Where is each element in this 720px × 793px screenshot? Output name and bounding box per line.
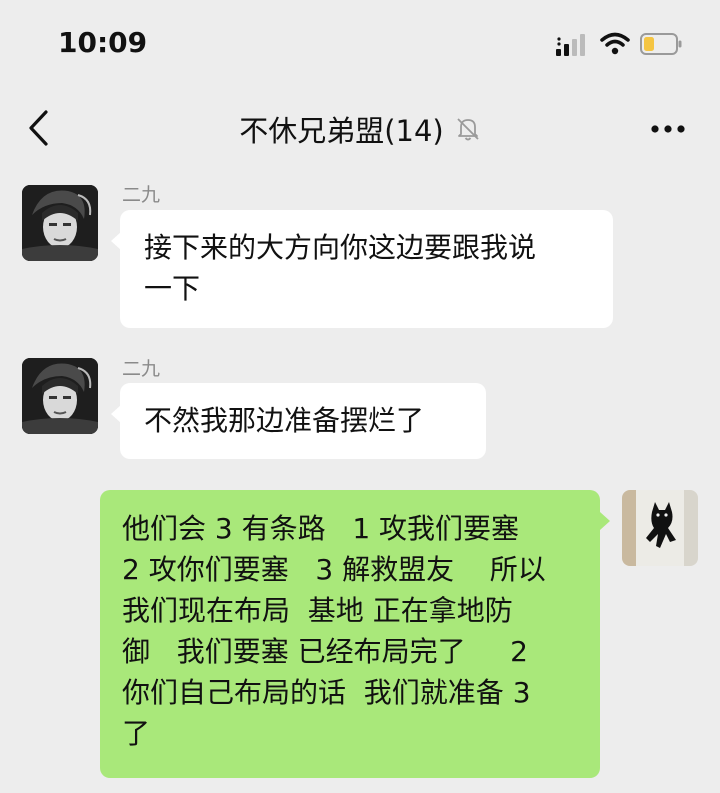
message-line: 一下 [144,272,201,305]
chat-title: 不休兄弟盟(14) [239,114,444,148]
signal-icon [556,34,585,56]
battery-low-icon [640,33,682,55]
chat-area[interactable]: 二九 接下来的大方向你这边要跟我说 一下 二九 不然我那边准备摆烂了 他们会 3… [0,168,720,793]
avatar-image [22,185,98,261]
message-line: 不然我那边准备摆烂了 [144,404,425,437]
avatar[interactable] [22,185,98,261]
message-line: 了 [122,717,151,750]
bubble-tail [600,512,610,530]
message-bubble-outgoing[interactable]: 他们会 3 有条路 1 攻我们要塞 2 攻你们要塞 3 解救盟友 所以 我们现在… [100,490,600,778]
message-bubble-incoming[interactable]: 接下来的大方向你这边要跟我说 一下 [120,210,613,328]
message-line: 2 攻你们要塞 3 解救盟友 所以 [122,553,546,586]
message-line: 他们会 3 有条路 1 攻我们要塞 [122,512,520,545]
chat-title-group[interactable]: 不休兄弟盟(14) [0,108,720,150]
avatar-self[interactable] [622,490,698,566]
sender-name: 二九 [122,358,161,380]
message-line: 你们自己布局的话 我们就准备 3 [122,676,531,709]
message-line: 我们现在布局 基地 正在拿地防 [122,594,513,627]
status-time: 10:09 [58,26,148,59]
status-bar: 10:09 [0,0,720,90]
nav-bar: 不休兄弟盟(14) [0,90,720,168]
wifi-icon [600,32,630,55]
mute-bell-icon [457,118,479,141]
more-icon[interactable] [650,124,686,134]
cat-avatar-image [622,490,698,566]
message-bubble-incoming[interactable]: 不然我那边准备摆烂了 [120,383,486,459]
message-line: 御 我们要塞 已经布局完了 2 [122,635,528,668]
avatar-image [22,358,98,434]
sender-name: 二九 [122,184,161,206]
avatar[interactable] [22,358,98,434]
message-line: 接下来的大方向你这边要跟我说 [144,231,537,264]
